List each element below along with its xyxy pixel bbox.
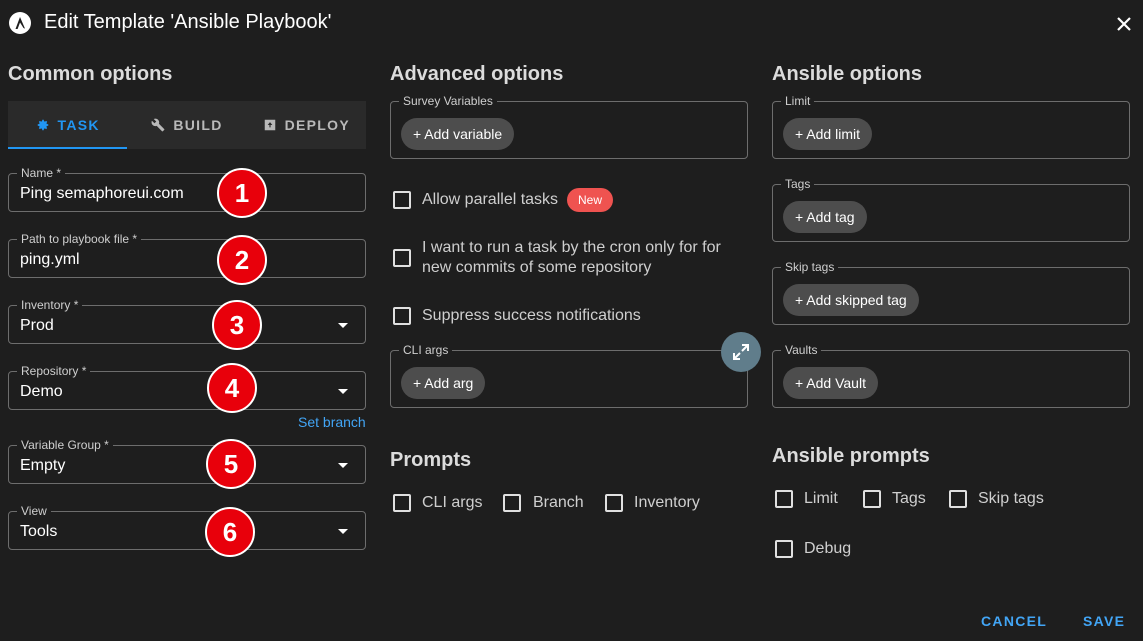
- tab-task-label: TASK: [57, 117, 100, 133]
- expand-button[interactable]: [721, 332, 761, 372]
- prompt-inventory-checkbox[interactable]: [605, 494, 623, 512]
- vaults-field: Vaults + Add Vault: [772, 343, 1130, 408]
- inventory-select-label: Inventory *: [17, 298, 83, 312]
- tags-field: Tags + Add tag: [772, 177, 1130, 242]
- playbook-path-field-label: Path to playbook file *: [17, 232, 142, 246]
- variable-group-select[interactable]: Variable Group * Empty: [8, 438, 366, 484]
- annotation-marker: 5: [206, 439, 256, 489]
- prompt-skip-tags-checkbox[interactable]: [949, 490, 967, 508]
- add-skipped-tag-button[interactable]: + Add skipped tag: [783, 284, 919, 316]
- limit-label: Limit: [781, 94, 815, 108]
- view-select-value: Tools: [20, 523, 58, 540]
- inventory-select[interactable]: Inventory * Prod: [8, 298, 366, 344]
- prompt-limit-label: Limit: [804, 490, 838, 507]
- new-badge: New: [567, 188, 614, 212]
- name-field-label: Name *: [17, 166, 66, 180]
- variable-group-select-value: Empty: [20, 457, 66, 474]
- annotation-marker: 2: [217, 235, 267, 285]
- save-button[interactable]: SAVE: [1083, 613, 1125, 629]
- add-limit-button[interactable]: + Add limit: [783, 118, 872, 150]
- annotation-marker: 6: [205, 507, 255, 557]
- wrench-icon: [151, 118, 165, 132]
- tab-deploy-label: DEPLOY: [284, 117, 350, 133]
- prompt-tags-checkbox[interactable]: [863, 490, 881, 508]
- prompt-debug-label: Debug: [804, 540, 852, 557]
- allow-parallel-checkbox[interactable]: [393, 191, 411, 209]
- inventory-select-value: Prod: [20, 317, 54, 334]
- survey-variables-label: Survey Variables: [399, 94, 497, 108]
- limit-field: Limit + Add limit: [772, 94, 1130, 159]
- skip-tags-label: Skip tags: [781, 260, 839, 274]
- ansible-logo-icon: [9, 12, 31, 34]
- dialog-title-bar: Edit Template 'Ansible Playbook': [0, 0, 1143, 48]
- close-icon[interactable]: [1112, 12, 1136, 36]
- common-options-title: Common options: [8, 63, 173, 85]
- prompt-inventory-label: Inventory: [634, 494, 700, 511]
- survey-variables-field: Survey Variables + Add variable: [390, 94, 748, 159]
- skip-tags-field: Skip tags + Add skipped tag: [772, 260, 1130, 325]
- tab-build[interactable]: BUILD: [127, 101, 246, 149]
- add-vault-button[interactable]: + Add Vault: [783, 367, 878, 399]
- expand-arrows-icon: [733, 344, 749, 360]
- suppress-notifications-label: Suppress success notifications: [422, 307, 641, 324]
- annotation-marker: 4: [207, 363, 257, 413]
- name-field-value: Ping semaphoreui.com: [20, 185, 184, 202]
- view-select-label: View: [17, 504, 51, 518]
- vaults-label: Vaults: [781, 343, 822, 357]
- annotation-marker: 1: [217, 168, 267, 218]
- view-select[interactable]: View Tools: [8, 504, 366, 550]
- prompt-branch-label: Branch: [533, 494, 584, 511]
- prompt-limit-checkbox[interactable]: [775, 490, 793, 508]
- repository-select-value: Demo: [20, 383, 63, 400]
- set-branch-link[interactable]: Set branch: [298, 414, 366, 430]
- gear-icon: [37, 119, 48, 131]
- ansible-prompts-title: Ansible prompts: [772, 445, 930, 467]
- tags-label: Tags: [781, 177, 815, 191]
- tab-build-label: BUILD: [173, 117, 223, 133]
- cron-new-commits-label: I want to run a task by the cron only fo…: [422, 239, 721, 276]
- prompt-debug-checkbox[interactable]: [775, 540, 793, 558]
- chevron-down-icon: [338, 463, 348, 468]
- ansible-options-title: Ansible options: [772, 63, 922, 85]
- template-type-tabs: TASK BUILD DEPLOY: [8, 101, 366, 149]
- annotation-marker: 3: [212, 300, 262, 350]
- prompt-branch-checkbox[interactable]: [503, 494, 521, 512]
- prompt-cli-args-label: CLI args: [422, 494, 483, 511]
- add-arg-button[interactable]: + Add arg: [401, 367, 486, 399]
- deploy-icon: [264, 119, 275, 131]
- chevron-down-icon: [338, 323, 348, 328]
- chevron-down-icon: [338, 389, 348, 394]
- variable-group-select-label: Variable Group *: [17, 438, 113, 452]
- repository-select-label: Repository *: [17, 364, 91, 378]
- suppress-notifications-checkbox[interactable]: [393, 307, 411, 325]
- playbook-path-field[interactable]: Path to playbook file * ping.yml: [8, 232, 366, 278]
- dialog-title: Edit Template 'Ansible Playbook': [44, 11, 332, 33]
- allow-parallel-label: Allow parallel tasks: [422, 191, 559, 208]
- add-variable-button[interactable]: + Add variable: [401, 118, 515, 150]
- prompt-skip-tags-label: Skip tags: [978, 490, 1044, 507]
- repository-select[interactable]: Repository * Demo: [8, 364, 366, 410]
- advanced-options-title: Advanced options: [390, 63, 564, 85]
- prompt-cli-args-checkbox[interactable]: [393, 494, 411, 512]
- cron-new-commits-checkbox[interactable]: [393, 249, 411, 267]
- name-field[interactable]: Name * Ping semaphoreui.com: [8, 166, 366, 212]
- cli-args-field: CLI args + Add arg: [390, 343, 748, 408]
- cli-args-label: CLI args: [399, 343, 453, 357]
- tab-task[interactable]: TASK: [8, 101, 128, 149]
- tab-deploy[interactable]: DEPLOY: [247, 101, 366, 149]
- prompts-title: Prompts: [390, 449, 472, 471]
- add-tag-button[interactable]: + Add tag: [783, 201, 867, 233]
- chevron-down-icon: [338, 529, 348, 534]
- prompt-tags-label: Tags: [892, 490, 926, 507]
- playbook-path-field-value: ping.yml: [20, 251, 80, 268]
- cancel-button[interactable]: CANCEL: [981, 613, 1047, 629]
